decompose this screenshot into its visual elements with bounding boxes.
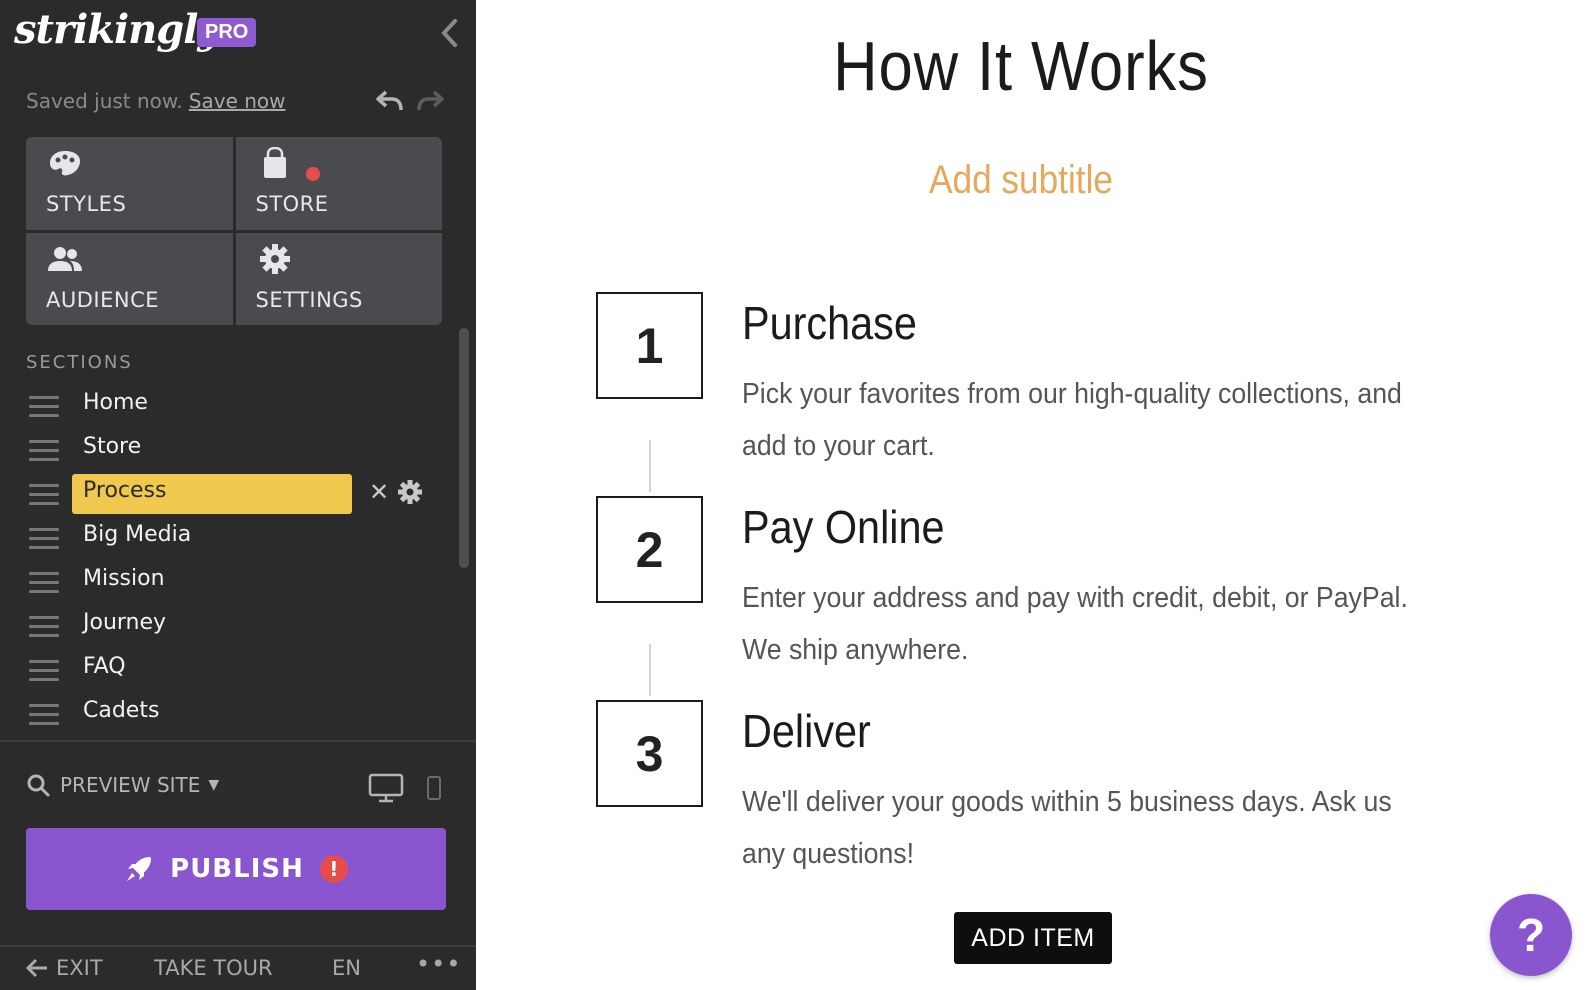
drag-handle-icon[interactable] <box>29 440 59 462</box>
desktop-view-icon[interactable] <box>368 772 404 804</box>
section-label: Big Media <box>83 522 192 547</box>
section-label: Journey <box>83 610 167 635</box>
drag-handle-icon[interactable] <box>29 616 59 638</box>
store-notification-dot <box>305 167 320 181</box>
step-number-box: 1 <box>596 292 703 399</box>
preview-site-dropdown[interactable]: PREVIEW SITE ▼ <box>26 770 219 800</box>
undo-icon <box>376 90 403 111</box>
preview-site-label: PREVIEW SITE <box>60 773 201 797</box>
section-item-mission[interactable]: Mission <box>26 560 446 604</box>
section-item-faq[interactable]: FAQ <box>26 648 446 692</box>
shopping-bag-icon <box>263 147 286 178</box>
audience-tile[interactable]: AUDIENCE <box>26 232 233 325</box>
styles-label: STYLES <box>46 192 127 216</box>
step-connector-line <box>649 644 651 696</box>
publish-button[interactable]: PUBLISH ! <box>26 828 446 910</box>
section-subtitle-placeholder[interactable]: Add subtitle <box>541 158 1500 203</box>
saved-status-text: Saved just now. <box>26 89 183 113</box>
step-title[interactable]: Deliver <box>742 704 871 758</box>
redo-icon <box>417 90 444 111</box>
section-settings-gear-icon[interactable] <box>397 479 423 505</box>
section-label: Store <box>83 434 142 459</box>
section-item-home[interactable]: Home <box>26 384 446 428</box>
audience-label: AUDIENCE <box>46 287 160 312</box>
search-icon <box>27 774 50 797</box>
page-canvas: How It Works Add subtitle 1 Purchase Pic… <box>476 0 1586 990</box>
editor-sidebar: strikingly PRO Saved just now. Save now S… <box>0 0 476 990</box>
editor-menu-tiles: STYLES STORE AUDIENCE SETTINGS <box>26 137 442 325</box>
add-item-button[interactable]: ADD ITEM <box>954 912 1112 964</box>
drag-handle-icon[interactable] <box>29 484 59 506</box>
section-title[interactable]: How It Works <box>541 26 1500 106</box>
strikingly-logo[interactable]: strikingly <box>14 6 221 53</box>
section-item-big-media[interactable]: Big Media <box>26 516 446 560</box>
store-tile[interactable]: STORE <box>235 137 442 230</box>
section-item-process[interactable]: Process ✕ <box>26 472 446 516</box>
publish-label: PUBLISH <box>170 854 304 884</box>
step-title[interactable]: Pay Online <box>742 500 945 554</box>
delete-section-icon[interactable]: ✕ <box>369 478 389 506</box>
section-label: Process <box>83 478 167 503</box>
collapse-sidebar-button[interactable] <box>440 18 464 52</box>
styles-tile[interactable]: STYLES <box>26 137 233 230</box>
save-status: Saved just now. Save now <box>26 89 286 113</box>
store-label: STORE <box>255 192 329 216</box>
arrow-left-icon <box>26 958 47 978</box>
chevron-left-icon <box>441 19 457 47</box>
people-icon <box>48 246 82 271</box>
publish-warning-icon: ! <box>319 855 348 883</box>
section-label: Mission <box>83 566 165 591</box>
help-button[interactable]: ? <box>1490 894 1572 976</box>
settings-label: SETTINGS <box>255 287 363 312</box>
palette-icon <box>50 151 80 176</box>
sections-heading: SECTIONS <box>26 352 133 373</box>
drag-handle-icon[interactable] <box>29 704 59 726</box>
section-label: FAQ <box>83 654 126 679</box>
take-tour-button[interactable]: TAKE TOUR <box>154 956 273 980</box>
rocket-icon <box>127 857 152 881</box>
divider <box>0 740 476 742</box>
language-selector[interactable]: EN <box>332 956 361 980</box>
exit-label: EXIT <box>56 956 103 980</box>
step-title[interactable]: Purchase <box>742 296 917 350</box>
exit-button[interactable]: EXIT <box>26 956 103 980</box>
more-options-icon[interactable]: ••• <box>416 950 461 978</box>
section-list: Home Store Process ✕ Big Media Mission J… <box>26 384 446 734</box>
undo-button[interactable] <box>374 86 406 116</box>
drag-handle-icon[interactable] <box>29 396 59 418</box>
settings-tile[interactable]: SETTINGS <box>235 232 442 325</box>
drag-handle-icon[interactable] <box>29 572 59 594</box>
step-connector-line <box>649 440 651 492</box>
drag-handle-icon[interactable] <box>29 528 59 550</box>
section-item-journey[interactable]: Journey <box>26 604 446 648</box>
section-item-cadets[interactable]: Cadets <box>26 692 446 734</box>
mobile-view-icon[interactable] <box>426 776 442 800</box>
sidebar-footer: EXIT TAKE TOUR EN ••• <box>26 950 460 986</box>
step-number-box: 2 <box>596 496 703 603</box>
step-number-box: 3 <box>596 700 703 807</box>
drag-handle-icon[interactable] <box>29 660 59 682</box>
gear-icon <box>259 243 290 274</box>
step-description[interactable]: Pick your favorites from our high-qualit… <box>742 368 1441 472</box>
sidebar-scrollbar[interactable] <box>459 328 469 568</box>
divider <box>0 945 476 947</box>
save-now-link[interactable]: Save now <box>189 89 286 113</box>
step-description[interactable]: We'll deliver your goods within 5 busine… <box>742 776 1441 880</box>
redo-button[interactable] <box>414 86 446 116</box>
pro-badge: PRO <box>197 18 257 47</box>
section-label: Cadets <box>83 698 160 723</box>
section-item-store[interactable]: Store <box>26 428 446 472</box>
step-description[interactable]: Enter your address and pay with credit, … <box>742 572 1441 676</box>
caret-down-icon: ▼ <box>208 777 220 793</box>
section-label: Home <box>83 390 148 415</box>
